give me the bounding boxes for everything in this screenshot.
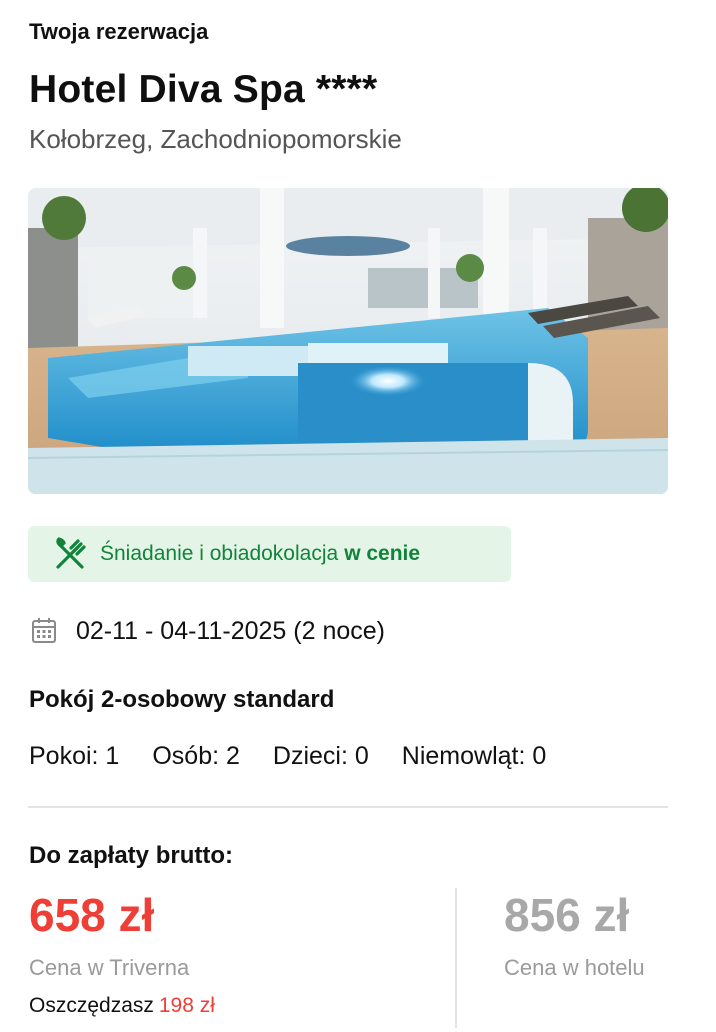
our-price-caption: Cena w Triverna: [29, 955, 190, 980]
our-price: 658 zł: [29, 889, 155, 941]
rooms-count: Pokoi: 1: [29, 742, 120, 770]
calendar-icon: [30, 616, 58, 646]
booking-heading: Twoja rezerwacja: [29, 19, 209, 44]
stay-dates-text: 02-11 - 04-11-2025 (2 noce): [76, 616, 385, 645]
room-type: Pokój 2-osobowy standard: [29, 686, 335, 713]
stay-dates: 02-11 - 04-11-2025 (2 noce): [30, 616, 385, 646]
persons-count: Osób: 2: [152, 742, 240, 770]
savings-amount: 198 zł: [158, 994, 215, 1017]
hotel-price: 856 zł: [504, 889, 630, 941]
hotel-location: Kołobrzeg, Zachodniopomorskie: [29, 124, 402, 154]
meal-plan-text: Śniadanie i obiadokolacja: [100, 542, 339, 565]
meal-plan-badge: Śniadanie i obiadokolacja w cenie: [28, 526, 511, 582]
fork-knife-icon: [50, 534, 90, 574]
infants-count: Niemowląt: 0: [401, 742, 547, 770]
meal-plan-included: w cenie: [344, 542, 421, 565]
savings-label: Oszczędzasz: [29, 994, 154, 1017]
hotel-name: Hotel Diva Spa ****: [29, 68, 378, 111]
hotel-price-caption: Cena w hotelu: [504, 955, 645, 980]
savings-info: Oszczędzasz 198 zł: [29, 994, 215, 1018]
children-count: Dzieci: 0: [272, 742, 369, 770]
hotel-photo: [28, 188, 668, 494]
guest-counts: Pokoi: 1 Osób: 2 Dzieci: 0 Niemowląt: 0: [29, 742, 546, 771]
section-divider: [28, 806, 668, 808]
total-label: Do zapłaty brutto:: [29, 842, 233, 869]
price-divider: [455, 888, 457, 1028]
